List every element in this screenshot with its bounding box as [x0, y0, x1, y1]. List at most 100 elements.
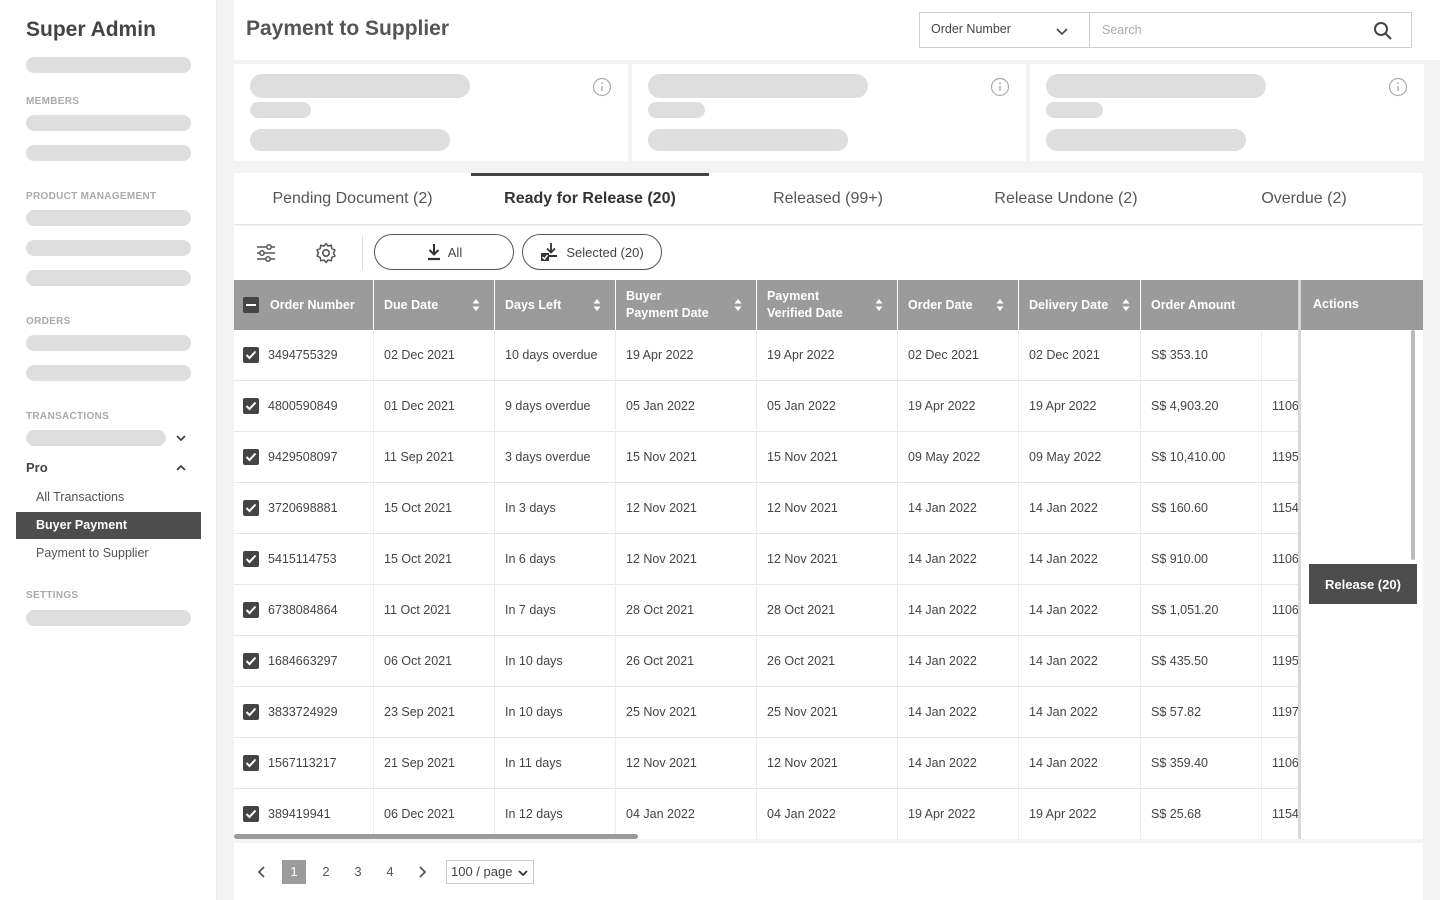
row-checkbox[interactable]	[243, 500, 259, 516]
download-selected-label: Selected (20)	[566, 244, 644, 260]
cell-buyer-payment-date: 28 Oct 2021	[616, 585, 757, 636]
horizontal-scrollbar[interactable]	[234, 834, 638, 839]
sidebar-item-payment-to-supplier[interactable]: Payment to Supplier	[16, 540, 201, 567]
check-icon	[245, 452, 257, 462]
cell-delivery-date: 02 Dec 2021	[1019, 330, 1141, 381]
cell-payment-verified-date: 28 Oct 2021	[757, 585, 898, 636]
cell-payment-verified-date: 12 Nov 2021	[757, 738, 898, 789]
row-checkbox[interactable]	[243, 653, 259, 669]
row-checkbox[interactable]	[243, 347, 259, 363]
gear-icon[interactable]	[314, 241, 338, 265]
chevron-right-icon[interactable]	[414, 864, 430, 880]
row-checkbox[interactable]	[243, 602, 259, 618]
sidebar-item-buyer-payment[interactable]: Buyer Payment	[16, 512, 201, 539]
column-header-payment-verified-date[interactable]: Payment Verified Date	[757, 280, 898, 330]
cell-order-date: 14 Jan 2022	[898, 687, 1019, 738]
cell-order-amount: S$ 25.68	[1141, 789, 1262, 839]
column-header-label: Due Date	[384, 297, 439, 312]
skeleton-bar	[648, 129, 848, 151]
column-header-label: Order Date	[908, 297, 973, 312]
tab-pending-document[interactable]: Pending Document (2)	[234, 173, 471, 225]
search-input[interactable]	[1091, 13, 1371, 47]
search-box: Order Number	[919, 12, 1412, 48]
page-size-select[interactable]: 100 / page	[446, 860, 534, 884]
search-field-select[interactable]: Order Number	[920, 13, 1090, 47]
page-button-2[interactable]: 2	[314, 860, 338, 884]
table-row[interactable]: 6738084864 11 Oct 2021 In 7 days 28 Oct …	[234, 585, 1423, 636]
info-icon[interactable]	[592, 77, 612, 97]
cell-extra: 1195/	[1272, 450, 1298, 464]
column-header-order-amount[interactable]: Order Amount	[1141, 280, 1298, 330]
chevron-down-icon[interactable]	[174, 431, 188, 445]
row-checkbox[interactable]	[243, 398, 259, 414]
info-icon[interactable]	[990, 77, 1010, 97]
cell-order-amount: S$ 160.60	[1141, 483, 1262, 534]
section-title-transactions: TRANSACTIONS	[26, 411, 110, 422]
table-row[interactable]: 1567113217 21 Sep 2021 In 11 days 12 Nov…	[234, 738, 1423, 789]
cell-payment-verified-date: 12 Nov 2021	[757, 534, 898, 585]
pagination: 1 2 3 4 100 / page	[234, 843, 1423, 900]
sidebar-group-pro[interactable]: Pro	[26, 460, 48, 475]
sliders-icon[interactable]	[254, 241, 278, 265]
column-header-label: Days Left	[505, 297, 562, 312]
column-header-buyer-payment-date[interactable]: Buyer Payment Date	[616, 280, 757, 330]
download-selected-button[interactable]: Selected (20)	[522, 234, 662, 270]
check-icon	[245, 707, 257, 717]
table-row[interactable]: 3494755329 02 Dec 2021 10 days overdue 1…	[234, 330, 1423, 381]
page-button-3[interactable]: 3	[346, 860, 370, 884]
tab-released[interactable]: Released (99+)	[709, 173, 947, 225]
search-icon[interactable]	[1373, 21, 1393, 41]
cell-order-amount: S$ 1,051.20	[1141, 585, 1262, 636]
cell-due-date: 23 Sep 2021	[374, 687, 495, 738]
chevron-left-icon[interactable]	[254, 864, 270, 880]
summary-card	[234, 64, 628, 161]
download-all-button[interactable]: All	[374, 234, 514, 270]
row-checkbox[interactable]	[243, 806, 259, 822]
cell-delivery-date: 14 Jan 2022	[1019, 585, 1141, 636]
select-all-checkbox[interactable]	[243, 297, 259, 313]
cell-extra: 1106E	[1272, 552, 1298, 566]
cell-days-left: In 10 days	[495, 636, 616, 687]
status-tabs: Pending Document (2) Ready for Release (…	[234, 173, 1423, 225]
column-header-days-left[interactable]: Days Left	[495, 280, 616, 330]
skeleton-bar	[1046, 74, 1266, 98]
page-button-1[interactable]: 1	[282, 860, 306, 884]
row-checkbox[interactable]	[243, 704, 259, 720]
column-header-label: Buyer	[626, 289, 662, 303]
cell-order-date: 14 Jan 2022	[898, 585, 1019, 636]
cell-delivery-date: 19 Apr 2022	[1019, 381, 1141, 432]
table-row[interactable]: 389419941 06 Dec 2021 In 12 days 04 Jan …	[234, 789, 1423, 839]
cell-payment-verified-date: 26 Oct 2021	[757, 636, 898, 687]
column-header-due-date[interactable]: Due Date	[374, 280, 495, 330]
vertical-scrollbar[interactable]	[1411, 330, 1415, 560]
cell-order-date: 14 Jan 2022	[898, 636, 1019, 687]
info-icon[interactable]	[1388, 77, 1408, 97]
column-header-delivery-date[interactable]: Delivery Date	[1019, 280, 1141, 330]
top-bar: Payment to Supplier Order Number	[234, 0, 1440, 60]
sidebar-item-all-transactions[interactable]: All Transactions	[16, 484, 201, 511]
cell-order-amount: S$ 353.10	[1141, 330, 1262, 381]
table-row[interactable]: 3833724929 23 Sep 2021 In 10 days 25 Nov…	[234, 687, 1423, 738]
cell-buyer-payment-date: 26 Oct 2021	[616, 636, 757, 687]
tab-release-undone[interactable]: Release Undone (2)	[947, 173, 1185, 225]
table-row[interactable]: 4800590849 01 Dec 2021 9 days overdue 05…	[234, 381, 1423, 432]
row-checkbox[interactable]	[243, 551, 259, 567]
table-row[interactable]: 9429508097 11 Sep 2021 3 days overdue 15…	[234, 432, 1423, 483]
skeleton-bar	[648, 74, 868, 98]
cell-days-left: In 10 days	[495, 687, 616, 738]
table-row[interactable]: 1684663297 06 Oct 2021 In 10 days 26 Oct…	[234, 636, 1423, 687]
table-row[interactable]: 3720698881 15 Oct 2021 In 3 days 12 Nov …	[234, 483, 1423, 534]
chevron-up-icon[interactable]	[174, 461, 188, 475]
cell-order-number: 389419941	[258, 789, 374, 839]
column-header-order-date[interactable]: Order Date	[898, 280, 1019, 330]
release-button[interactable]: Release (20)	[1309, 564, 1417, 604]
row-checkbox[interactable]	[243, 755, 259, 771]
page-button-4[interactable]: 4	[378, 860, 402, 884]
skeleton-bar	[1046, 129, 1246, 151]
tab-overdue[interactable]: Overdue (2)	[1185, 173, 1423, 225]
tab-ready-for-release[interactable]: Ready for Release (20)	[471, 173, 709, 225]
cell-order-amount: S$ 57.82	[1141, 687, 1262, 738]
section-title-orders: ORDERS	[26, 316, 71, 327]
table-row[interactable]: 5415114753 15 Oct 2021 In 6 days 12 Nov …	[234, 534, 1423, 585]
row-checkbox[interactable]	[243, 449, 259, 465]
